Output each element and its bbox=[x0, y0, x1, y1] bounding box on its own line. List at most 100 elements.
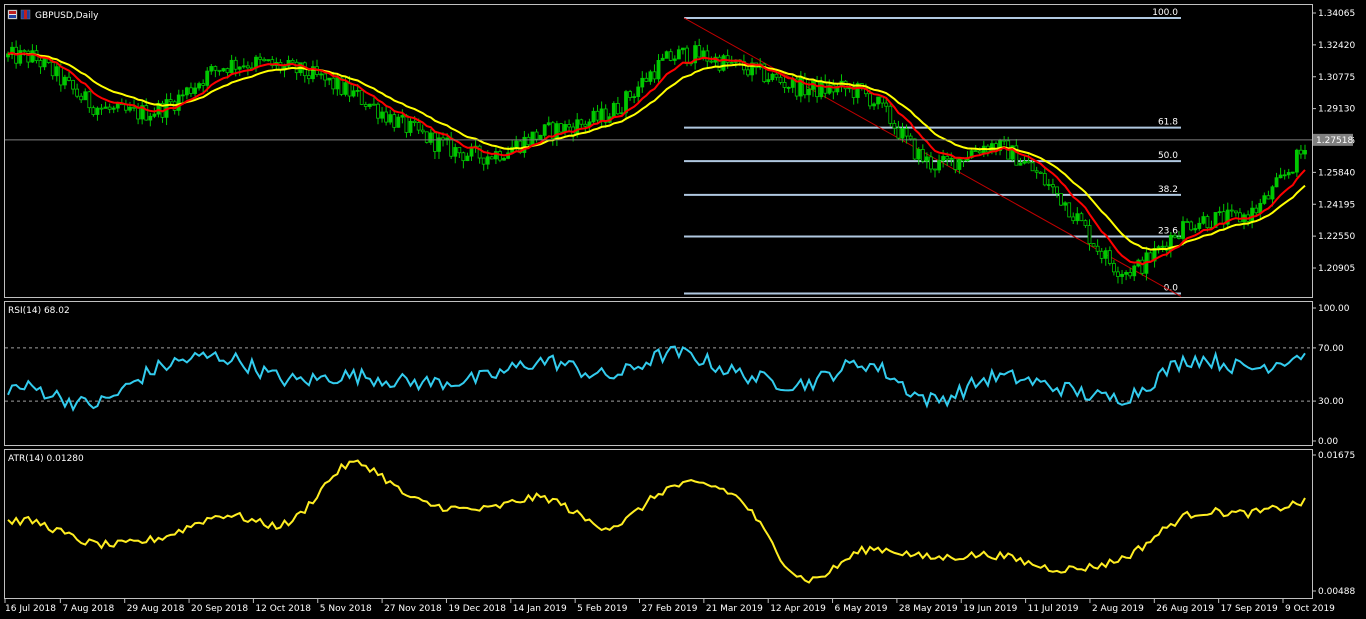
rsi-label: RSI(14) 68.02 bbox=[8, 306, 70, 316]
candle-body bbox=[1042, 173, 1047, 186]
candle-body bbox=[290, 60, 295, 63]
candle-body bbox=[461, 152, 466, 162]
chart-title: GBPUSD,Daily bbox=[35, 11, 99, 21]
atr-label: ATR(14) 0.01280 bbox=[8, 454, 84, 464]
candle-body bbox=[807, 88, 811, 96]
candle-body bbox=[803, 77, 807, 96]
candle-body bbox=[880, 96, 885, 104]
candle-body bbox=[640, 77, 645, 88]
candle-body bbox=[404, 115, 409, 133]
candle-body bbox=[1075, 213, 1080, 222]
candle-body bbox=[920, 149, 925, 162]
candle-body bbox=[1233, 210, 1238, 214]
candle-body bbox=[530, 131, 535, 146]
candle-body bbox=[217, 69, 222, 72]
candle-body bbox=[396, 116, 401, 128]
candle-body bbox=[449, 137, 454, 157]
candle-body bbox=[953, 157, 958, 170]
fib-level-label: 38.2 bbox=[1158, 185, 1178, 195]
candle-body bbox=[591, 110, 596, 123]
candle-body bbox=[1303, 150, 1307, 155]
candle-body bbox=[1270, 186, 1275, 200]
candle-body bbox=[87, 91, 92, 109]
candle-body bbox=[420, 129, 425, 133]
candle-body bbox=[676, 49, 681, 60]
candle-body bbox=[1063, 202, 1068, 206]
candle-body bbox=[22, 50, 27, 52]
candle-body bbox=[67, 76, 71, 81]
candle-body bbox=[221, 68, 226, 72]
candle-body bbox=[929, 156, 933, 170]
candle-body bbox=[583, 123, 588, 127]
candle-body bbox=[347, 82, 352, 97]
candle-body bbox=[229, 59, 234, 74]
candle-body bbox=[1034, 170, 1039, 173]
candle-body bbox=[453, 147, 458, 157]
candle-body bbox=[1030, 162, 1035, 172]
candle-body bbox=[1201, 216, 1206, 224]
candle-body bbox=[1177, 236, 1181, 239]
atr-tick-label: 0.01675 bbox=[1318, 451, 1355, 461]
candle-body bbox=[54, 66, 59, 77]
candle-body bbox=[563, 124, 567, 133]
candle-body bbox=[416, 122, 421, 131]
candle-body bbox=[1055, 186, 1059, 194]
candle-body bbox=[945, 156, 950, 160]
candle-body bbox=[1250, 207, 1255, 222]
candle-body bbox=[213, 66, 218, 71]
rsi-tick-label: 30.00 bbox=[1318, 397, 1344, 407]
candle-body bbox=[1258, 203, 1263, 214]
candle-body bbox=[656, 60, 661, 80]
candle-body bbox=[111, 107, 116, 110]
candle-body bbox=[1091, 243, 1096, 247]
candle-body bbox=[83, 91, 88, 101]
time-tick-label: 5 Feb 2019 bbox=[577, 604, 628, 614]
candle-body bbox=[1238, 212, 1242, 223]
candle-body bbox=[1140, 259, 1145, 274]
time-tick-label: 19 Dec 2018 bbox=[448, 604, 506, 614]
price-tick-label: 1.30775 bbox=[1318, 73, 1355, 83]
candle-body bbox=[1229, 209, 1234, 212]
candle-body bbox=[705, 50, 710, 62]
candle-body bbox=[672, 58, 677, 61]
candle-body bbox=[1071, 216, 1076, 222]
candle-body bbox=[424, 131, 429, 143]
rsi-tick-label: 0.00 bbox=[1318, 437, 1338, 447]
time-tick-label: 11 Jul 2019 bbox=[1028, 604, 1079, 614]
candle-body bbox=[128, 106, 132, 111]
candle-body bbox=[632, 96, 637, 98]
candle-body bbox=[701, 50, 706, 58]
price-tick-label: 1.25840 bbox=[1318, 168, 1355, 178]
candle-body bbox=[148, 115, 153, 121]
candle-body bbox=[457, 147, 462, 154]
candle-body bbox=[1148, 252, 1153, 262]
time-tick-label: 28 May 2019 bbox=[899, 604, 958, 614]
candle-body bbox=[1160, 245, 1165, 248]
candle-body bbox=[1095, 245, 1100, 252]
candle-body bbox=[63, 76, 67, 86]
candle-body bbox=[912, 138, 917, 160]
candle-body bbox=[1278, 174, 1283, 179]
candle-body bbox=[388, 114, 393, 123]
candle-body bbox=[355, 90, 360, 92]
time-tick-label: 14 Jan 2019 bbox=[513, 604, 567, 614]
time-tick-label: 6 May 2019 bbox=[835, 604, 888, 614]
candle-body bbox=[1299, 149, 1303, 155]
candle-body bbox=[1099, 250, 1104, 259]
trading-chart[interactable]: 100.061.850.038.223.60.0 1.340651.324201… bbox=[0, 0, 1366, 619]
candle-body bbox=[782, 82, 787, 88]
candle-body bbox=[193, 87, 197, 94]
candle-body bbox=[343, 82, 348, 95]
candle-body bbox=[168, 99, 173, 103]
candle-body bbox=[197, 83, 201, 89]
candle-body bbox=[888, 105, 893, 124]
candle-body bbox=[908, 135, 913, 140]
candle-body bbox=[1103, 250, 1108, 259]
candle-body bbox=[351, 90, 356, 97]
candle-body bbox=[1112, 263, 1116, 273]
candle-body bbox=[502, 157, 506, 161]
candle-body bbox=[433, 132, 437, 152]
candle-body bbox=[26, 50, 31, 63]
candle-body bbox=[262, 58, 267, 62]
time-tick-label: 9 Oct 2019 bbox=[1285, 604, 1335, 614]
